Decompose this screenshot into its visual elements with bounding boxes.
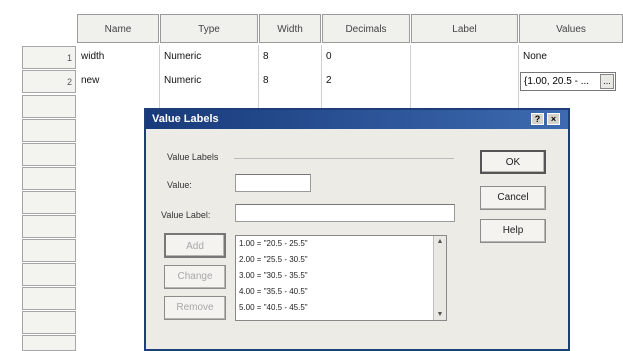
scroll-down-icon[interactable]: ▼ xyxy=(434,309,446,320)
values-ellipsis-button[interactable]: ... xyxy=(600,74,614,89)
column-header-type[interactable]: Type xyxy=(160,14,258,43)
cell-type[interactable]: Numeric xyxy=(160,70,258,94)
row-header[interactable] xyxy=(22,191,76,214)
column-header-name[interactable]: Name xyxy=(77,14,159,43)
row-header[interactable] xyxy=(22,287,76,310)
list-item[interactable]: 2.00 = "25.5 - 30.5" xyxy=(236,252,446,268)
list-item[interactable]: 5.00 = "40.5 - 45.5" xyxy=(236,300,446,316)
cell-decimals[interactable]: 0 xyxy=(322,46,410,70)
column-header-width[interactable]: Width xyxy=(259,14,321,43)
cell-width[interactable]: 8 xyxy=(259,46,321,70)
list-scrollbar[interactable]: ▲ ▼ xyxy=(433,236,446,320)
value-label-input[interactable] xyxy=(235,204,455,222)
help-icon[interactable]: ? xyxy=(531,113,544,125)
dialog-title-bar[interactable]: Value Labels ? × xyxy=(146,110,568,129)
grid-header: Name Type Width Decimals Label Values xyxy=(0,14,623,45)
column-header-values[interactable]: Values xyxy=(519,14,623,43)
row-header[interactable] xyxy=(22,239,76,262)
value-input[interactable] xyxy=(235,174,311,192)
row-number[interactable]: 1 xyxy=(22,46,76,69)
cell-name[interactable]: width xyxy=(77,46,159,70)
column-header-decimals[interactable]: Decimals xyxy=(322,14,410,43)
table-row[interactable]: 2 new Numeric 8 2 {1.00, 20.5 - ... ... xyxy=(0,70,623,94)
cell-values[interactable]: None xyxy=(519,46,623,70)
ok-button[interactable]: OK xyxy=(480,150,546,174)
row-header[interactable] xyxy=(22,215,76,238)
row-header[interactable] xyxy=(22,95,76,118)
table-row[interactable]: 1 width Numeric 8 0 None xyxy=(0,46,623,70)
group-divider xyxy=(234,158,454,159)
dialog-title: Value Labels xyxy=(152,113,219,125)
change-button[interactable]: Change xyxy=(164,265,226,289)
list-item[interactable]: 4.00 = "35.5 - 40.5" xyxy=(236,284,446,300)
row-number[interactable]: 2 xyxy=(22,70,76,93)
values-text: {1.00, 20.5 - ... xyxy=(524,76,590,87)
row-header[interactable] xyxy=(22,263,76,286)
value-label-field-label: Value Label: xyxy=(161,210,211,220)
close-icon[interactable]: × xyxy=(547,113,560,125)
cell-type[interactable]: Numeric xyxy=(160,46,258,70)
row-header[interactable] xyxy=(22,335,76,351)
row-header[interactable] xyxy=(22,119,76,142)
row-header[interactable] xyxy=(22,167,76,190)
cell-decimals[interactable]: 2 xyxy=(322,70,410,94)
add-button[interactable]: Add xyxy=(164,233,226,258)
value-labels-dialog: Value Labels ? × Value Labels Value: Val… xyxy=(144,108,570,351)
value-field-label: Value: xyxy=(167,180,192,190)
list-item[interactable]: 3.00 = "30.5 - 35.5" xyxy=(236,268,446,284)
cell-label[interactable] xyxy=(411,46,518,70)
row-header[interactable] xyxy=(22,311,76,334)
value-labels-list[interactable]: 1.00 = "20.5 - 25.5" 2.00 = "25.5 - 30.5… xyxy=(235,235,447,321)
values-cell-editor[interactable]: {1.00, 20.5 - ... ... xyxy=(520,72,616,91)
row-header[interactable] xyxy=(22,143,76,166)
cell-name[interactable]: new xyxy=(77,70,159,94)
column-header-label[interactable]: Label xyxy=(411,14,518,43)
cell-label[interactable] xyxy=(411,70,518,94)
list-item[interactable]: 1.00 = "20.5 - 25.5" xyxy=(236,236,446,252)
cancel-button[interactable]: Cancel xyxy=(480,186,546,210)
scroll-up-icon[interactable]: ▲ xyxy=(434,236,446,247)
group-label: Value Labels xyxy=(167,152,219,162)
help-button[interactable]: Help xyxy=(480,219,546,243)
remove-button[interactable]: Remove xyxy=(164,296,226,320)
cell-width[interactable]: 8 xyxy=(259,70,321,94)
